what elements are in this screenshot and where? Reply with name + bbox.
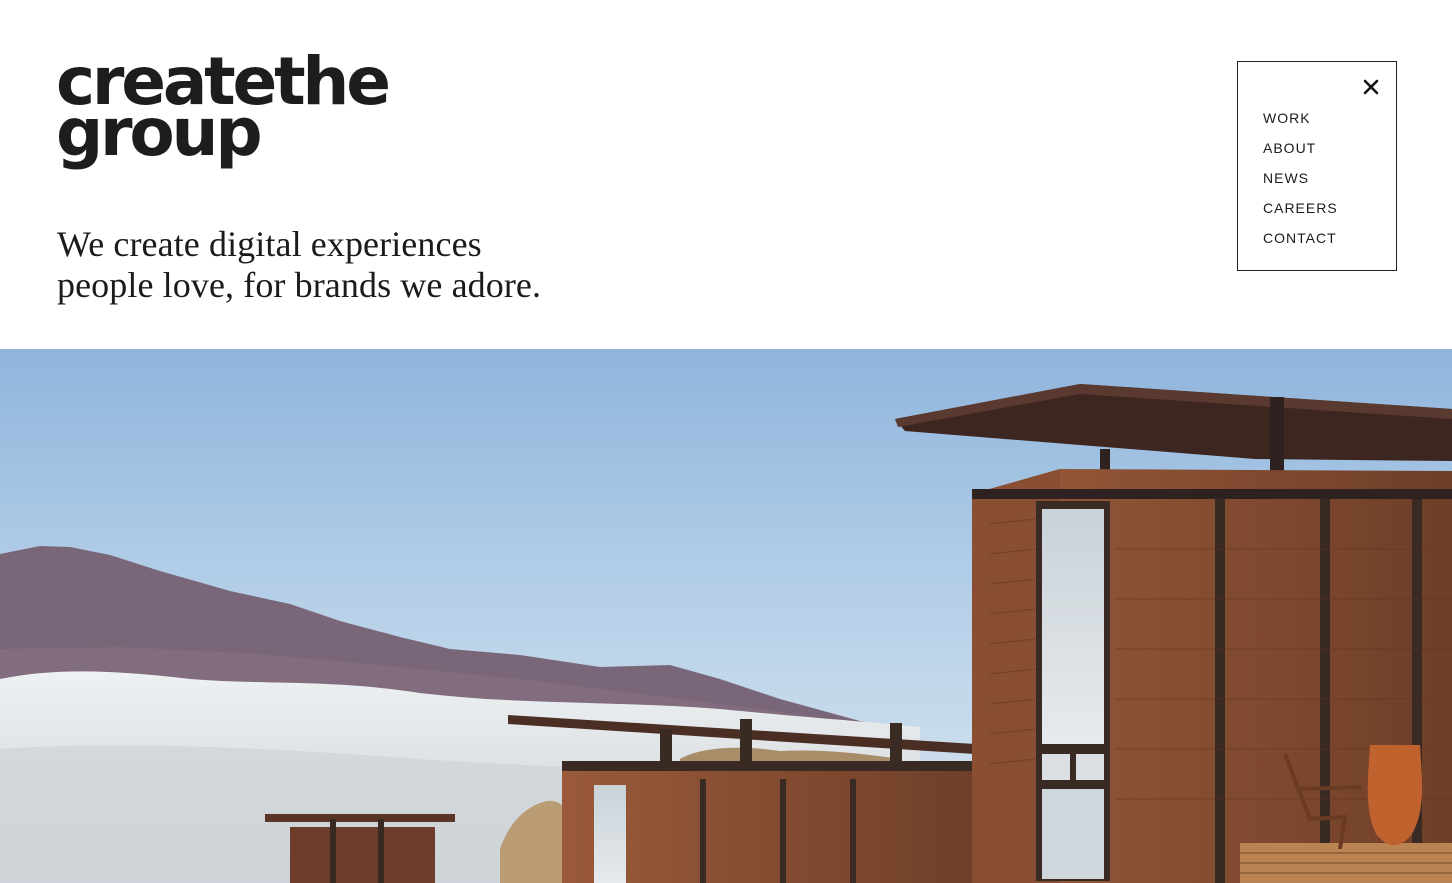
hero-image xyxy=(0,349,1452,883)
close-icon xyxy=(1363,79,1379,95)
tagline-line-1: We create digital experiences xyxy=(57,224,482,264)
nav-menu: WORK ABOUT NEWS CAREERS CONTACT xyxy=(1237,61,1397,271)
nav-list: WORK ABOUT NEWS CAREERS CONTACT xyxy=(1263,106,1338,256)
nav-item-news[interactable]: NEWS xyxy=(1263,166,1338,196)
nav-item-work[interactable]: WORK xyxy=(1263,106,1338,136)
tagline-line-2: people love, for brands we adore. xyxy=(57,265,542,305)
nav-item-careers[interactable]: CAREERS xyxy=(1263,196,1338,226)
close-menu-button[interactable] xyxy=(1360,76,1382,98)
hero-tagline: We create digital experiences people lov… xyxy=(57,224,541,306)
logo[interactable]: createthe group xyxy=(56,49,391,166)
nav-item-contact[interactable]: CONTACT xyxy=(1263,226,1338,256)
nav-item-about[interactable]: ABOUT xyxy=(1263,136,1338,166)
